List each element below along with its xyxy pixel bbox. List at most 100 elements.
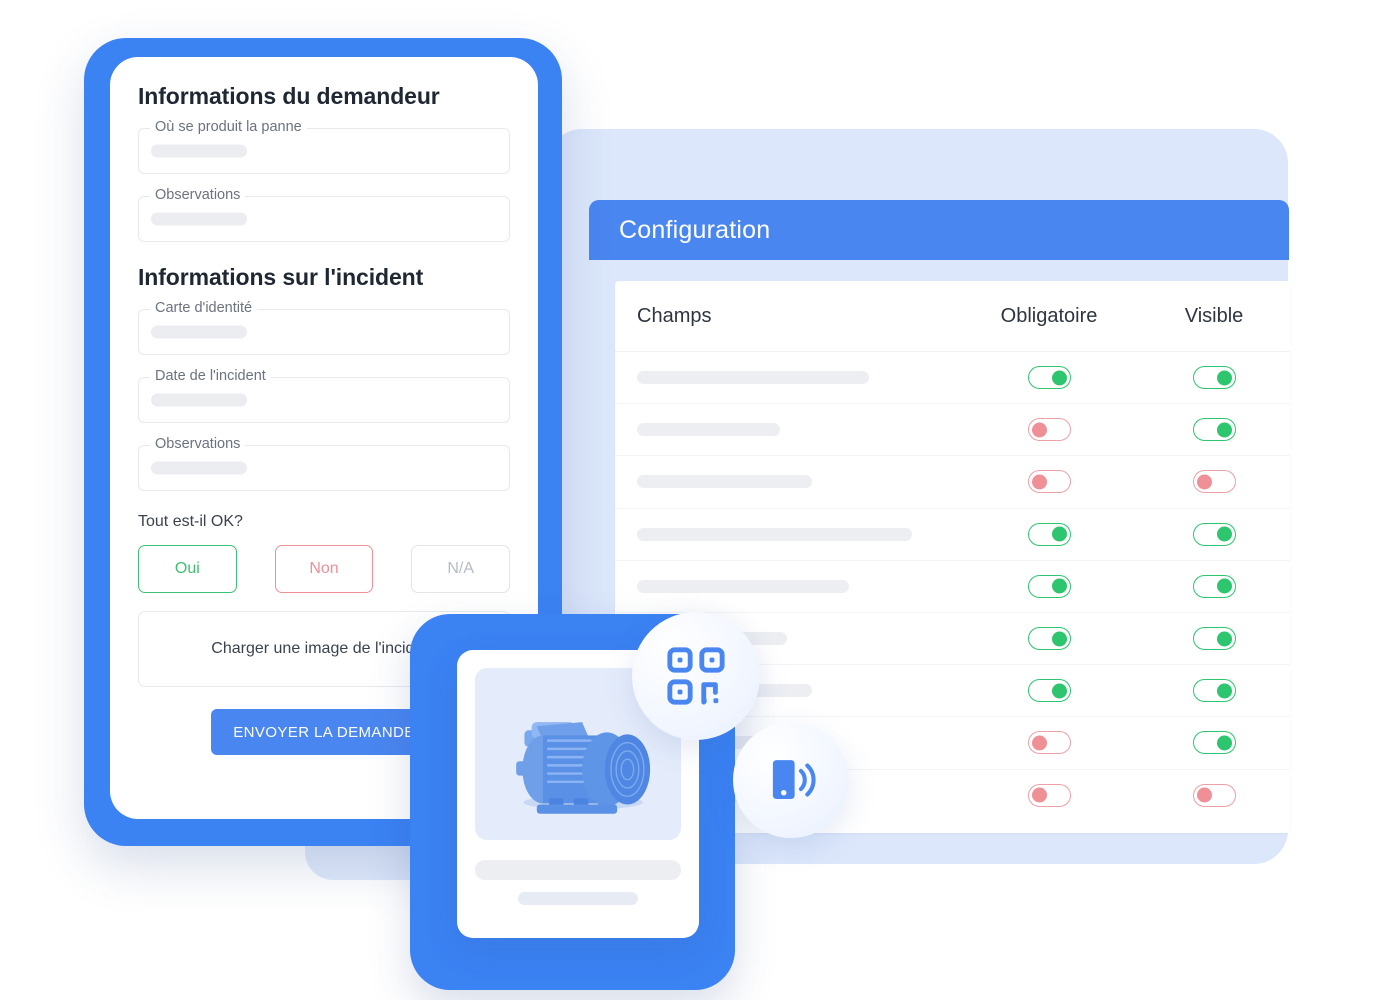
field-name-cell: [637, 579, 959, 593]
screenshot-stage: Configuration Champs Obligatoire Visible…: [0, 0, 1400, 1000]
incident-field[interactable]: Carte d'identité: [138, 300, 510, 355]
asset-card-skeleton-title: [475, 860, 681, 880]
toggle-knob: [1216, 422, 1232, 438]
toggle-knob: [1031, 422, 1047, 438]
obligatoire-toggle[interactable]: [1027, 627, 1071, 651]
toggle-knob: [1031, 735, 1047, 751]
requester-field-value-skeleton: [151, 212, 247, 226]
requester-field[interactable]: Observations: [138, 187, 510, 242]
toggle-knob: [1196, 474, 1212, 490]
field-name-cell: [637, 423, 959, 437]
toggle-knob: [1216, 683, 1232, 699]
obligatoire-toggle[interactable]: [1027, 731, 1071, 755]
incident-field-value-skeleton: [151, 461, 247, 475]
visible-cell: [1139, 418, 1289, 442]
incident-field-label: Date de l'incident: [150, 368, 271, 384]
obligatoire-cell: [959, 627, 1139, 651]
visible-toggle[interactable]: [1192, 366, 1236, 390]
field-name-skeleton: [637, 527, 912, 541]
asset-card-skeleton-sub: [518, 892, 638, 905]
column-header-champs: Champs: [637, 304, 712, 327]
visible-toggle[interactable]: [1192, 418, 1236, 442]
qr-code-icon: [667, 647, 725, 705]
form-fields-requester: Où se produit la panne Observations: [138, 119, 510, 242]
form-section-title-requester: Informations du demandeur: [138, 83, 440, 109]
column-header-obligatoire: Obligatoire: [1000, 304, 1098, 327]
requester-field[interactable]: Où se produit la panne: [138, 119, 510, 174]
toggle-knob: [1031, 787, 1047, 803]
obligatoire-cell: [959, 522, 1139, 546]
field-name-cell: [637, 475, 959, 489]
obligatoire-toggle[interactable]: [1027, 574, 1071, 598]
qr-code-bubble: [632, 612, 760, 740]
choice-button-no[interactable]: Non: [274, 545, 374, 593]
obligatoire-cell: [959, 470, 1139, 494]
visible-cell: [1139, 574, 1289, 598]
obligatoire-cell: [959, 731, 1139, 755]
toggle-knob: [1031, 474, 1047, 490]
obligatoire-cell: [959, 783, 1139, 807]
visible-toggle[interactable]: [1192, 731, 1236, 755]
visible-cell: [1139, 679, 1289, 703]
table-row: [615, 404, 1290, 457]
visible-toggle[interactable]: [1192, 679, 1236, 703]
obligatoire-toggle[interactable]: [1027, 783, 1071, 807]
obligatoire-toggle[interactable]: [1027, 679, 1071, 703]
visible-toggle[interactable]: [1192, 522, 1236, 546]
table-row: [615, 456, 1290, 509]
requester-field-label: Observations: [150, 187, 246, 203]
field-name-skeleton: [637, 371, 869, 385]
incident-field[interactable]: Observations: [138, 436, 510, 491]
form-fields-incident: Carte d'identité Date de l'incident Observ…: [138, 300, 510, 491]
obligatoire-cell: [959, 366, 1139, 390]
incident-field[interactable]: Date de l'incident: [138, 368, 510, 423]
visible-toggle[interactable]: [1192, 574, 1236, 598]
toggle-knob: [1051, 578, 1067, 594]
toggle-knob: [1051, 683, 1067, 699]
toggle-knob: [1051, 631, 1067, 647]
visible-cell: [1139, 627, 1289, 651]
toggle-knob: [1216, 578, 1232, 594]
field-name-cell: [637, 527, 959, 541]
obligatoire-cell: [959, 574, 1139, 598]
visible-toggle[interactable]: [1192, 470, 1236, 494]
incident-field-value-skeleton: [151, 393, 247, 407]
toggle-knob: [1216, 631, 1232, 647]
toggle-knob: [1051, 370, 1067, 386]
visible-toggle[interactable]: [1192, 783, 1236, 807]
obligatoire-toggle[interactable]: [1027, 470, 1071, 494]
upload-label: Charger une image de l'incident: [211, 640, 437, 657]
toggle-knob: [1216, 526, 1232, 542]
obligatoire-toggle[interactable]: [1027, 522, 1071, 546]
visible-cell: [1139, 522, 1289, 546]
requester-field-label: Où se produit la panne: [150, 119, 307, 135]
table-row: [615, 561, 1290, 613]
visible-cell: [1139, 470, 1289, 494]
requester-field-value-skeleton: [151, 144, 247, 158]
obligatoire-cell: [959, 418, 1139, 442]
toggle-knob: [1051, 526, 1067, 542]
obligatoire-toggle[interactable]: [1027, 366, 1071, 390]
choice-button-yes[interactable]: Oui: [138, 545, 237, 593]
field-name-skeleton: [637, 475, 812, 489]
nfc-mobile-icon: [772, 760, 816, 800]
obligatoire-toggle[interactable]: [1027, 418, 1071, 442]
toggle-knob: [1216, 735, 1232, 751]
field-name-skeleton: [637, 423, 780, 437]
toggle-knob: [1216, 370, 1232, 386]
configuration-title: Configuration: [619, 215, 771, 244]
visible-toggle[interactable]: [1192, 627, 1236, 651]
question-label: Tout est-il OK?: [138, 513, 243, 530]
choice-button-na[interactable]: N/A: [411, 545, 511, 593]
visible-cell: [1139, 366, 1289, 390]
table-row: [615, 352, 1290, 405]
table-row: [615, 509, 1290, 561]
configuration-header: Configuration: [589, 200, 1289, 260]
submit-request-button[interactable]: ENVOYER LA DEMANDE: [211, 709, 437, 755]
incident-field-value-skeleton: [151, 325, 247, 339]
visible-cell: [1139, 783, 1289, 807]
nfc-mobile-bubble: [733, 722, 849, 838]
toggle-knob: [1196, 787, 1212, 803]
field-name-cell: [637, 371, 959, 385]
field-name-skeleton: [637, 579, 849, 593]
